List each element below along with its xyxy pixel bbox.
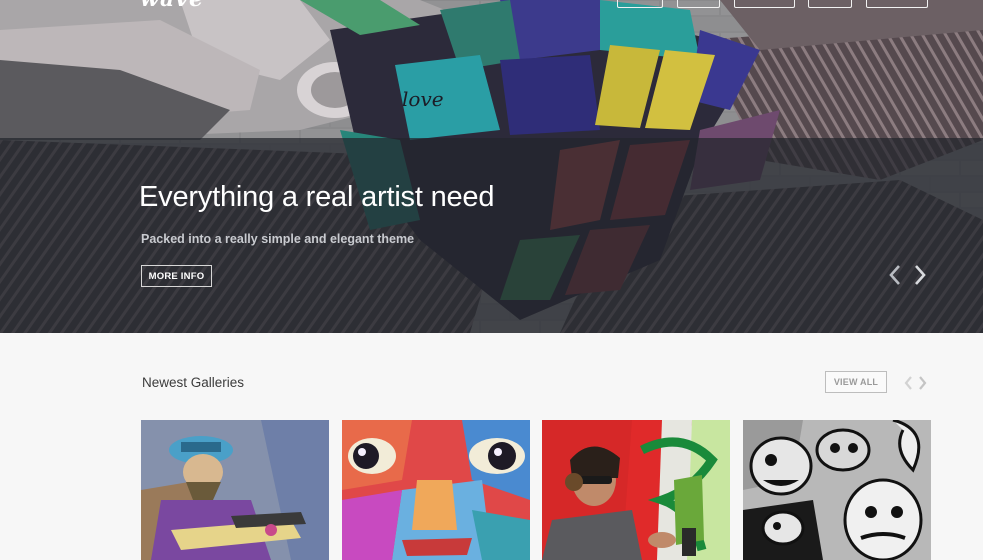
- guitarist-illustration-image: [141, 420, 329, 560]
- mural-love-text: love: [402, 87, 444, 111]
- gallery-next-icon[interactable]: [917, 376, 928, 390]
- more-info-button[interactable]: MORE INFO: [141, 265, 212, 287]
- graffiti-artist-spraying-image: [542, 420, 730, 560]
- gallery-thumbnail[interactable]: [542, 420, 730, 560]
- black-and-white-doodle-image: [743, 420, 931, 560]
- hero-slider: love wave Everything a real artist need …: [0, 0, 983, 333]
- colorful-face-painting-image: [342, 420, 530, 560]
- nav-menu-item-5[interactable]: [866, 0, 928, 8]
- section-title-newest-galleries: Newest Galleries: [142, 375, 245, 390]
- nav-menu-item-4[interactable]: [808, 0, 852, 8]
- nav-menu-item-2[interactable]: [677, 0, 720, 8]
- hero-title: Everything a real artist need: [139, 181, 495, 213]
- chevron-right-icon[interactable]: [912, 264, 928, 286]
- site-logo[interactable]: wave: [140, 0, 204, 12]
- nav-menu-item-3[interactable]: [734, 0, 795, 8]
- nav-menu-item-1[interactable]: [617, 0, 663, 8]
- view-all-button[interactable]: VIEW ALL: [825, 371, 887, 393]
- chevron-left-icon[interactable]: [887, 264, 903, 286]
- gallery-thumbnail[interactable]: [141, 420, 329, 560]
- hero-subtitle: Packed into a really simple and elegant …: [141, 232, 415, 246]
- gallery-prev-icon[interactable]: [903, 376, 914, 390]
- gallery-thumbnail[interactable]: [743, 420, 931, 560]
- gallery-thumbnail[interactable]: [342, 420, 530, 560]
